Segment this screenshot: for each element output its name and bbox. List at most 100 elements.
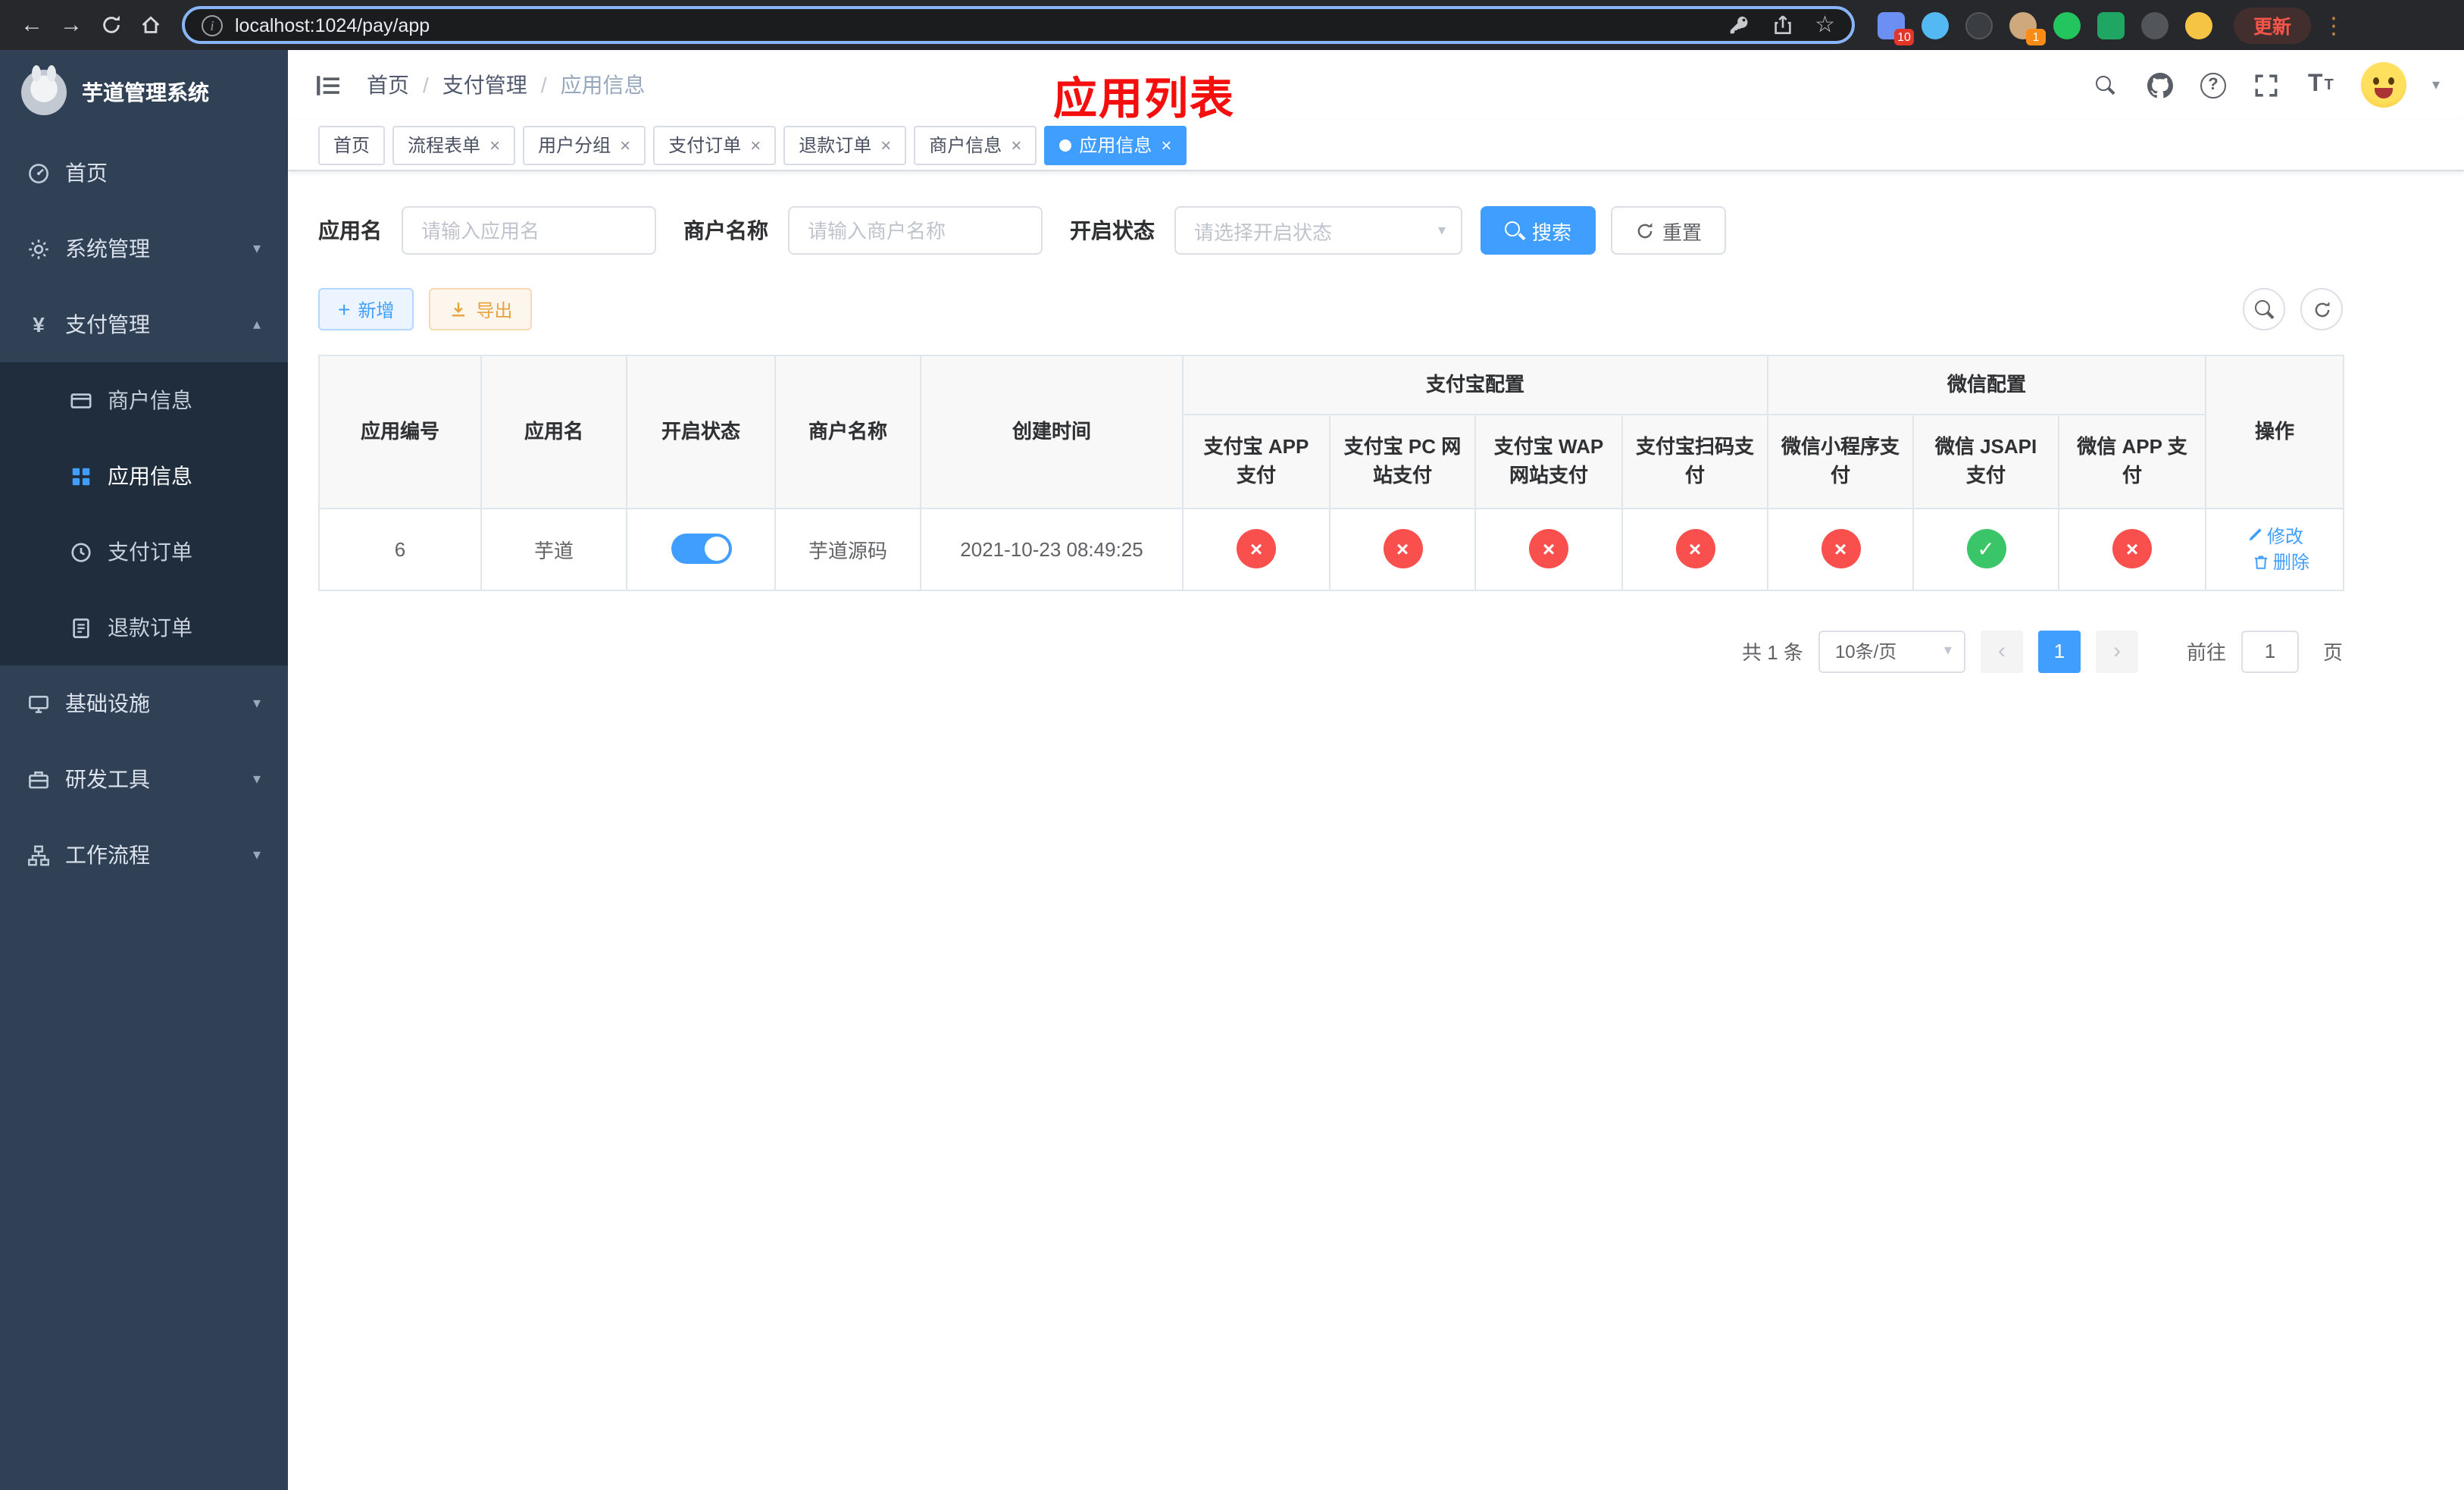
password-key-icon[interactable] <box>1727 14 1750 36</box>
goto-page-input[interactable] <box>2240 630 2299 672</box>
add-button[interactable]: + 新增 <box>318 288 414 330</box>
breadcrumb-payment[interactable]: 支付管理 <box>442 70 527 100</box>
sidebar-item-home[interactable]: 首页 <box>0 135 288 211</box>
search-icon <box>2254 299 2274 319</box>
help-icon[interactable]: ? <box>2200 72 2226 98</box>
grid-icon <box>70 465 92 487</box>
address-bar[interactable]: i localhost:1024/pay/app ☆ <box>182 6 1855 44</box>
breadcrumb-separator: / <box>540 73 547 97</box>
tab-payment-orders[interactable]: 支付订单 × <box>653 125 777 164</box>
sidebar-item-workflow[interactable]: 工作流程 ▾ <box>0 817 288 893</box>
browser-update-button[interactable]: 更新 <box>2234 7 2312 43</box>
sidebar-item-payment[interactable]: ¥ 支付管理 ▴ <box>0 286 288 362</box>
tab-refund-orders[interactable]: 退款订单 × <box>783 125 907 164</box>
merchant-name-input[interactable] <box>788 206 1043 255</box>
alipay-pc-status-icon: × <box>1383 529 1422 568</box>
table-row: 6 芋道 芋道源码 2021-10-23 08:49:25 × × × × × … <box>318 507 2345 590</box>
chevron-down-icon: ▾ <box>1437 222 1446 239</box>
tab-close-icon[interactable]: × <box>1161 134 1171 155</box>
fullscreen-icon[interactable] <box>2252 70 2281 99</box>
sidebar-item-merchant-info[interactable]: 商户信息 <box>0 362 288 438</box>
sidebar-toggle-icon[interactable] <box>312 70 342 100</box>
browser-forward-button[interactable]: → <box>52 5 91 45</box>
sidebar-menu: 首页 系统管理 ▾ ¥ 支付管理 ▴ 商户信息 应用信息 支付订单 退款订单 基… <box>0 135 288 893</box>
toggle-search-button[interactable] <box>2243 288 2285 330</box>
user-menu-caret-icon[interactable]: ▾ <box>2432 77 2440 93</box>
sidebar-item-label: 商户信息 <box>108 388 192 412</box>
tab-merchant-info[interactable]: 商户信息 × <box>914 125 1037 164</box>
refresh-icon <box>2314 301 2329 317</box>
user-avatar[interactable] <box>2360 62 2406 108</box>
app-logo <box>21 65 67 115</box>
prev-page-button[interactable]: ‹ <box>1980 630 2023 672</box>
tab-process-form[interactable]: 流程表单 × <box>392 125 516 164</box>
page-size-select[interactable]: 10条/页 ▾ <box>1818 630 1965 672</box>
clock-icon <box>70 540 92 563</box>
browser-menu-icon[interactable]: ⋮ <box>2317 11 2350 39</box>
main-area: 首页 / 支付管理 / 应用信息 应用列表 ? TT ▾ 首页 流程表单 × 用… <box>288 50 2464 1490</box>
github-icon[interactable] <box>2146 70 2175 99</box>
reset-button[interactable]: 重置 <box>1611 206 1727 255</box>
sidebar-item-label: 工作流程 <box>65 843 150 867</box>
alipay-app-status-icon: × <box>1237 529 1276 568</box>
tab-close-icon[interactable]: × <box>620 134 630 155</box>
extension-pin-icon[interactable] <box>2141 11 2169 39</box>
extension-green-square-icon[interactable] <box>2097 11 2125 39</box>
font-size-icon[interactable]: TT <box>2306 70 2335 99</box>
app-title: 芋道管理系统 <box>82 80 209 105</box>
tab-user-group[interactable]: 用户分组 × <box>523 125 646 164</box>
chevron-down-icon: ▾ <box>252 771 261 787</box>
extension-green-circle-icon[interactable] <box>2053 11 2081 39</box>
sidebar-item-payment-orders[interactable]: 支付订单 <box>0 514 288 590</box>
browser-reload-button[interactable] <box>91 5 130 45</box>
extension-avatar-icon[interactable]: 1 <box>2009 11 2046 45</box>
monitor-icon <box>27 692 50 715</box>
wechat-mini-status-icon: × <box>1821 529 1861 568</box>
tab-close-icon[interactable]: × <box>880 134 891 155</box>
browser-window: ← → i localhost:1024/pay/app ☆ 10 1 更新 ⋮… <box>0 0 2464 1490</box>
card-icon <box>70 389 92 412</box>
browser-home-button[interactable] <box>130 5 170 45</box>
app-name-label: 应用名 <box>318 218 382 243</box>
header-search-icon[interactable] <box>2091 70 2120 99</box>
breadcrumb-separator: / <box>423 73 429 97</box>
browser-back-button[interactable]: ← <box>12 5 52 45</box>
site-info-icon[interactable]: i <box>202 14 223 36</box>
extension-smiley-icon[interactable] <box>2185 11 2212 39</box>
extension-drop-icon[interactable] <box>1921 11 1949 39</box>
status-switch[interactable] <box>671 534 731 564</box>
alipay-wap-status-icon: × <box>1529 529 1568 568</box>
page-number-button[interactable]: 1 <box>2037 630 2081 672</box>
app-logo-row: 芋道管理系统 <box>0 50 288 135</box>
col-wechat-app: 微信 APP 支付 <box>2058 413 2207 509</box>
sidebar-item-dev-tools[interactable]: 研发工具 ▾ <box>0 741 288 817</box>
tab-app-info[interactable]: 应用信息 × <box>1044 125 1187 164</box>
payment-submenu: 商户信息 应用信息 支付订单 退款订单 <box>0 362 288 665</box>
tab-close-icon[interactable]: × <box>489 134 500 155</box>
edit-link[interactable]: 修改 <box>2246 522 2303 548</box>
tab-close-icon[interactable]: × <box>1011 134 1021 155</box>
sidebar-item-app-info[interactable]: 应用信息 <box>0 438 288 514</box>
sidebar-item-system[interactable]: 系统管理 ▾ <box>0 211 288 286</box>
sidebar-item-label: 研发工具 <box>65 767 150 791</box>
tags-view-bar: 首页 流程表单 × 用户分组 × 支付订单 × 退款订单 × 商户信息 × 应用信息 × <box>288 120 2464 171</box>
tab-close-icon[interactable]: × <box>750 134 761 155</box>
search-button[interactable]: 搜索 <box>1481 206 1596 255</box>
status-select[interactable]: 请选择开启状态 ▾ <box>1174 206 1462 255</box>
tab-home[interactable]: 首页 <box>318 125 386 164</box>
extension-grid-icon[interactable]: 10 <box>1878 11 1914 45</box>
breadcrumb-home[interactable]: 首页 <box>367 70 409 100</box>
share-icon[interactable] <box>1771 14 1793 36</box>
app-name-input[interactable] <box>402 206 656 255</box>
extension-dark-icon[interactable] <box>1965 11 1993 39</box>
next-page-button[interactable]: › <box>2095 630 2138 672</box>
export-button[interactable]: 导出 <box>429 288 533 330</box>
tab-label: 用户分组 <box>538 135 611 156</box>
sidebar-item-refund-orders[interactable]: 退款订单 <box>0 590 288 665</box>
sidebar-item-infrastructure[interactable]: 基础设施 ▾ <box>0 665 288 741</box>
refresh-table-button[interactable] <box>2300 288 2343 330</box>
pagination: 共 1 条 10条/页 ▾ ‹ 1 › 前往 页 <box>318 630 2343 672</box>
bookmark-star-icon[interactable]: ☆ <box>1815 14 1835 36</box>
col-wechat-mini: 微信小程序支付 <box>1767 413 1915 509</box>
delete-link[interactable]: 删除 <box>2252 549 2309 574</box>
